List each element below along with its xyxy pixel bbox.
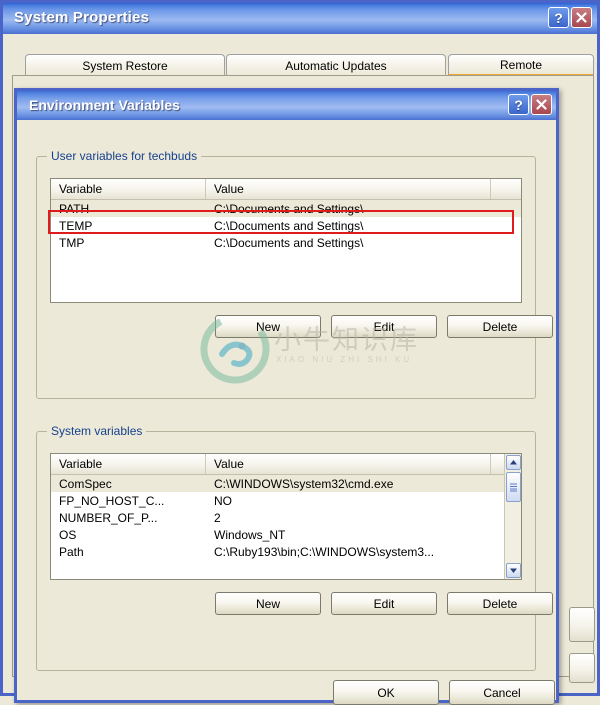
tab-label: Automatic Updates [285,59,386,73]
button-label: New [256,320,280,334]
button-label: Edit [374,320,395,334]
chevron-down-icon [509,567,518,574]
scroll-down-button[interactable] [506,563,521,578]
cell-variable: TMP [51,236,206,250]
user-variables-listview[interactable]: Variable Value PATH C:\Documents and Set… [50,178,522,303]
user-variables-delete-button[interactable]: Delete [447,315,553,338]
column-header-variable[interactable]: Variable [51,454,206,474]
background-list-edge [569,607,595,642]
system-properties-titlebar[interactable]: System Properties ? [3,3,597,34]
cell-value: Windows_NT [206,528,496,542]
close-icon [576,12,587,23]
system-variables-group: System variables Variable Value ComSpec … [36,431,536,671]
cell-variable: Path [51,545,206,559]
table-row[interactable]: Path C:\Ruby193\bin;C:\WINDOWS\system3..… [51,543,504,560]
system-properties-tabstrip: System Restore Automatic Updates Remote [12,54,594,76]
column-header-value[interactable]: Value [206,179,491,199]
ok-button[interactable]: OK [333,680,439,705]
close-button[interactable] [571,7,592,28]
column-header-value[interactable]: Value [206,454,491,474]
cell-variable: NUMBER_OF_P... [51,511,206,525]
table-row[interactable]: OS Windows_NT [51,526,504,543]
chevron-up-icon [509,459,518,466]
system-variables-new-button[interactable]: New [215,592,321,615]
environment-variables-body: User variables for techbuds Variable Val… [17,120,556,700]
cell-value: C:\Documents and Settings\ [206,236,506,250]
cell-value: C:\WINDOWS\system32\cmd.exe [206,477,496,491]
system-variables-group-title: System variables [47,424,146,438]
cancel-button[interactable]: Cancel [449,680,555,705]
system-variables-listview[interactable]: Variable Value ComSpec C:\WINDOWS\system… [50,453,522,580]
cell-value: NO [206,494,496,508]
close-button[interactable] [531,94,552,115]
system-variables-rows: ComSpec C:\WINDOWS\system32\cmd.exe FP_N… [51,475,504,560]
table-row[interactable]: FP_NO_HOST_C... NO [51,492,504,509]
system-properties-title: System Properties [14,9,149,26]
cell-variable: TEMP [51,219,206,233]
button-label: Delete [483,597,518,611]
cell-variable: FP_NO_HOST_C... [51,494,206,508]
table-row[interactable]: ComSpec C:\WINDOWS\system32\cmd.exe [51,475,504,492]
scrollbar-thumb[interactable] [506,472,521,502]
tab-label: Remote [500,58,542,72]
tab-label: System Restore [82,59,167,73]
button-label: OK [377,686,394,700]
table-row[interactable]: PATH C:\Documents and Settings\ [51,200,521,217]
user-variables-new-button[interactable]: New [215,315,321,338]
background-button-edge [569,653,595,683]
system-properties-titlebar-buttons: ? [548,7,592,28]
close-icon [536,99,547,110]
column-header-variable[interactable]: Variable [51,179,206,199]
cell-value: C:\Documents and Settings\ [206,219,506,233]
tab-system-restore[interactable]: System Restore [25,54,225,76]
user-variables-header-row: Variable Value [51,179,521,200]
environment-variables-title: Environment Variables [29,97,180,113]
environment-variables-titlebar-buttons: ? [508,94,552,115]
table-row[interactable]: NUMBER_OF_P... 2 [51,509,504,526]
user-variables-edit-button[interactable]: Edit [331,315,437,338]
cell-variable: PATH [51,202,206,216]
button-label: New [256,597,280,611]
user-variables-group-title: User variables for techbuds [47,149,201,163]
button-label: Edit [374,597,395,611]
button-label: Delete [483,320,518,334]
cell-variable: OS [51,528,206,542]
environment-variables-titlebar[interactable]: Environment Variables ? [17,91,556,120]
system-variables-edit-button[interactable]: Edit [331,592,437,615]
tab-remote[interactable]: Remote [448,54,594,76]
question-mark-icon: ? [514,98,523,112]
help-button[interactable]: ? [508,94,529,115]
question-mark-icon: ? [554,11,563,25]
column-header-spacer [491,179,521,199]
help-button[interactable]: ? [548,7,569,28]
user-variables-rows: PATH C:\Documents and Settings\ TEMP C:\… [51,200,521,251]
system-variables-scrollbar[interactable] [504,454,521,579]
button-label: Cancel [483,686,520,700]
table-row[interactable]: TMP C:\Documents and Settings\ [51,234,521,251]
scroll-up-button[interactable] [506,455,521,470]
cell-variable: ComSpec [51,477,206,491]
system-variables-header-row: Variable Value [51,454,521,475]
cell-value: C:\Ruby193\bin;C:\WINDOWS\system3... [206,545,496,559]
user-variables-group: User variables for techbuds Variable Val… [36,156,536,399]
table-row[interactable]: TEMP C:\Documents and Settings\ [51,217,521,234]
environment-variables-dialog: Environment Variables ? User variables f… [14,88,559,703]
cell-value: C:\Documents and Settings\ [206,202,506,216]
system-variables-delete-button[interactable]: Delete [447,592,553,615]
cell-value: 2 [206,511,496,525]
tab-automatic-updates[interactable]: Automatic Updates [226,54,446,76]
grip-icon [510,483,517,492]
